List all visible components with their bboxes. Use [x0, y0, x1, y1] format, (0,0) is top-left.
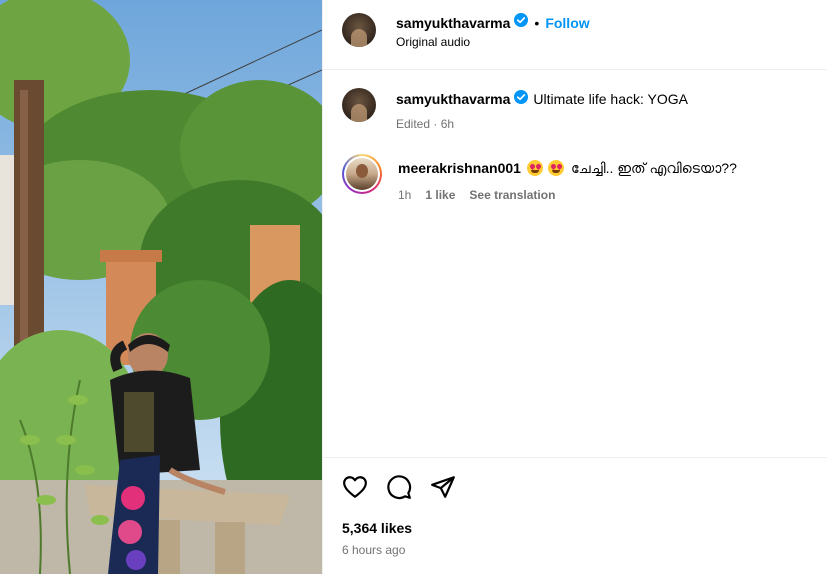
- audio-label[interactable]: Original audio: [396, 35, 470, 49]
- comment-line: meerakrishnan001 ചേച്ചി.. ഇത് എവിടെയാ??: [398, 159, 737, 177]
- comment-username[interactable]: meerakrishnan001: [398, 159, 521, 177]
- post-media[interactable]: [0, 0, 322, 574]
- verified-badge-icon: [514, 90, 529, 108]
- caption-text: Ultimate life hack: YOGA: [533, 91, 688, 107]
- post-details-panel: samyukthavarma • Follow Original audio s…: [322, 0, 827, 574]
- comment-meta: 1h 1 like See translation: [398, 188, 555, 202]
- likes-count[interactable]: 5,364 likes: [342, 520, 412, 536]
- post-photo: [0, 0, 322, 574]
- owner-row: samyukthavarma • Follow: [396, 13, 590, 32]
- post-header: samyukthavarma • Follow Original audio: [323, 0, 827, 70]
- heart-eyes-emoji-icon: [526, 160, 543, 176]
- comment-icon[interactable]: [386, 474, 412, 500]
- comment-likes[interactable]: 1 like: [425, 188, 455, 202]
- comment-text: ചേച്ചി.. ഇത് എവിടെയാ??: [570, 160, 737, 176]
- owner-avatar[interactable]: [342, 13, 376, 47]
- action-bar: 5,364 likes 6 hours ago: [323, 457, 827, 574]
- see-translation-link[interactable]: See translation: [469, 188, 555, 202]
- verified-badge-icon: [514, 13, 529, 32]
- comment-time[interactable]: 1h: [398, 188, 411, 202]
- separator-dot: •: [534, 14, 540, 31]
- commenter-avatar[interactable]: [346, 158, 378, 190]
- heart-eyes-emoji-icon: [547, 160, 564, 176]
- caption-avatar[interactable]: [342, 88, 376, 122]
- owner-username[interactable]: samyukthavarma: [396, 15, 510, 31]
- caption-line: samyukthavarma Ultimate life hack: YOGA: [396, 90, 688, 108]
- action-icons: [342, 474, 456, 500]
- heart-icon[interactable]: [342, 474, 368, 500]
- share-icon[interactable]: [430, 474, 456, 500]
- caption-username[interactable]: samyukthavarma: [396, 90, 510, 108]
- follow-button[interactable]: Follow: [545, 15, 589, 31]
- story-ring[interactable]: [342, 154, 382, 194]
- post-timestamp[interactable]: 6 hours ago: [342, 543, 405, 557]
- caption-meta: Edited · 6h: [396, 117, 455, 131]
